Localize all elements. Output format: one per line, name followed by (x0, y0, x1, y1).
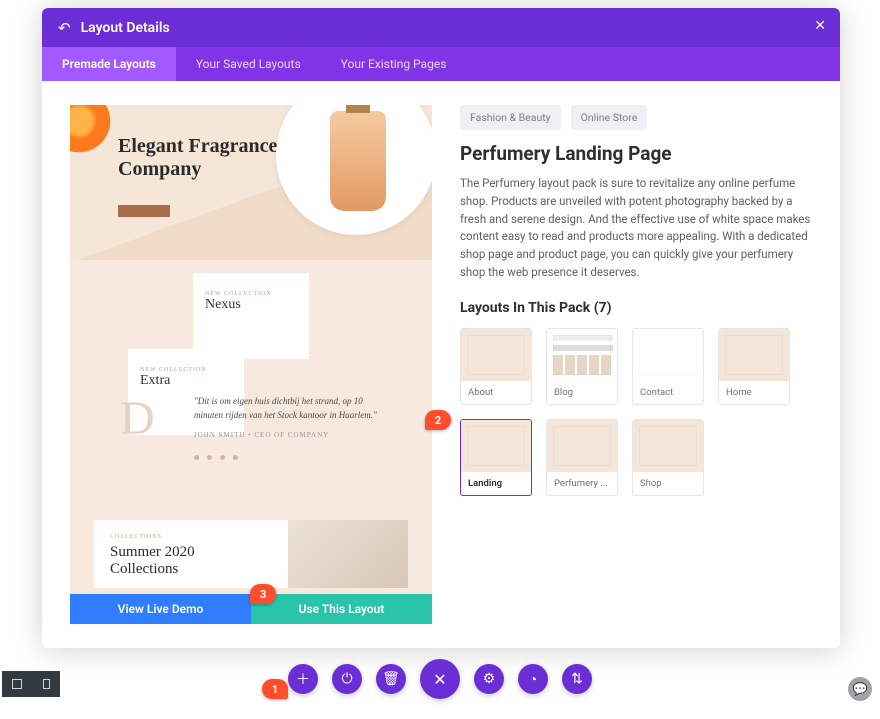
preview-hero: Elegant Fragrance Company (70, 105, 432, 260)
layout-card-landing[interactable]: Landing (460, 419, 532, 496)
layout-title: Perfumery Landing Page (460, 142, 812, 165)
modal-header: ↶ Layout Details ✕ (42, 8, 840, 47)
pack-heading: Layouts In This Pack (7) (460, 300, 812, 316)
tab-label: Your Saved Layouts (196, 57, 301, 71)
quote-text: "Dit is om eigen huis dichtbij het stran… (194, 395, 392, 460)
layout-description: The Perfumery layout pack is sure to rev… (460, 175, 812, 282)
tab-premade-layouts[interactable]: Premade Layouts (42, 47, 176, 81)
layout-thumbnail (461, 329, 531, 381)
help-icon[interactable]: 💬 (848, 677, 872, 701)
layout-preview-column: Elegant Fragrance Company NEW COLLECTION… (70, 105, 432, 624)
text: Company (118, 158, 201, 180)
preview-summer-image (288, 520, 408, 588)
text: COLLECTIONS (110, 534, 272, 540)
layout-card-blog[interactable]: Blog (546, 328, 618, 405)
text: "Dit is om eigen huis dichtbij het stran… (194, 396, 377, 420)
use-this-layout-button[interactable]: Use This Layout (251, 594, 432, 624)
layout-card-label: Landing (461, 472, 531, 495)
preview-quote: D "Dit is om eigen huis dichtbij het str… (120, 395, 392, 460)
layout-thumbnail (719, 329, 789, 381)
layout-thumbnail (547, 420, 617, 472)
annotation-marker-3: 3 (250, 584, 276, 604)
builder-toolbar: ＋ ⏻ 🗑 ✕ ⚙ ◔ ⇅ (0, 659, 880, 699)
category-tags: Fashion & Beauty Online Store (460, 105, 812, 130)
preview-mini-card: NEW COLLECTION Nexus (193, 273, 309, 359)
text: Elegant Fragrance (118, 135, 277, 157)
layout-details-column: Fashion & Beauty Online Store Perfumery … (460, 105, 812, 624)
layout-card-perfumery[interactable]: Perfumery ... (546, 419, 618, 496)
settings-icon[interactable]: ⚙ (474, 664, 504, 694)
text: Nexus (205, 297, 241, 312)
modal-body: Elegant Fragrance Company NEW COLLECTION… (42, 81, 840, 648)
tab-label: Your Existing Pages (341, 57, 447, 71)
category-tag[interactable]: Fashion & Beauty (460, 105, 561, 130)
preview-cards: NEW COLLECTION Nexus NEW COLLECTION Extr… (70, 273, 432, 359)
bottle-decor (330, 111, 386, 211)
bottle-cap-decor (346, 105, 370, 113)
text: Extra (140, 373, 170, 388)
layout-card-about[interactable]: About (460, 328, 532, 405)
flower-icon (70, 105, 116, 157)
layout-card-label: Shop (633, 472, 703, 495)
tab-saved-layouts[interactable]: Your Saved Layouts (176, 47, 321, 81)
category-tag[interactable]: Online Store (571, 105, 648, 130)
text: Collections (110, 561, 178, 577)
tabs-bar: Premade Layouts Your Saved Layouts Your … (42, 47, 840, 81)
layout-thumbnail (547, 329, 617, 381)
sort-icon[interactable]: ⇅ (562, 664, 592, 694)
layout-card-shop[interactable]: Shop (632, 419, 704, 496)
layout-thumbnail (633, 329, 703, 381)
layout-thumbnail (461, 420, 531, 472)
trash-icon[interactable]: 🗑 (376, 664, 406, 694)
layout-preview: Elegant Fragrance Company NEW COLLECTION… (70, 105, 432, 594)
close-icon[interactable]: ✕ (814, 18, 826, 34)
layouts-grid: About Blog Contact Home Landing (460, 328, 812, 496)
history-icon[interactable]: ◔ (518, 664, 548, 694)
back-icon[interactable]: ↶ (58, 19, 71, 37)
close-builder-button[interactable]: ✕ (420, 659, 460, 699)
tab-label: Premade Layouts (62, 57, 156, 71)
layout-card-label: About (461, 381, 531, 404)
layout-card-home[interactable]: Home (718, 328, 790, 405)
text: COLLECTIONS Summer 2020Collections (94, 520, 288, 588)
tab-existing-pages[interactable]: Your Existing Pages (321, 47, 467, 81)
tag-label: Online Store (581, 111, 638, 124)
dropcap-icon: D (120, 395, 176, 451)
text: Summer 2020 (110, 544, 195, 560)
layout-card-label: Blog (547, 381, 617, 404)
layout-card-contact[interactable]: Contact (632, 328, 704, 405)
layout-thumbnail (633, 420, 703, 472)
power-icon[interactable]: ⏻ (332, 664, 362, 694)
annotation-marker-1: 1 (262, 679, 288, 699)
annotation-marker-2: 2 (425, 410, 451, 430)
quote-author: JOHN SMITH • CEO OF COMPANY (194, 430, 392, 441)
button-label: Use This Layout (299, 602, 385, 616)
layout-details-modal: ↶ Layout Details ✕ Premade Layouts Your … (42, 8, 840, 648)
modal-title: Layout Details (81, 20, 170, 36)
preview-summer-block: COLLECTIONS Summer 2020Collections (94, 520, 408, 588)
layout-card-label: Contact (633, 381, 703, 404)
layout-card-label: Perfumery ... (547, 472, 617, 495)
layout-card-label: Home (719, 381, 789, 404)
tag-label: Fashion & Beauty (470, 111, 551, 124)
button-label: View Live Demo (118, 602, 204, 616)
preview-cta-decor (118, 205, 170, 217)
add-button[interactable]: ＋ (288, 664, 318, 694)
view-live-demo-button[interactable]: View Live Demo (70, 594, 251, 624)
pager-dots (194, 455, 392, 460)
